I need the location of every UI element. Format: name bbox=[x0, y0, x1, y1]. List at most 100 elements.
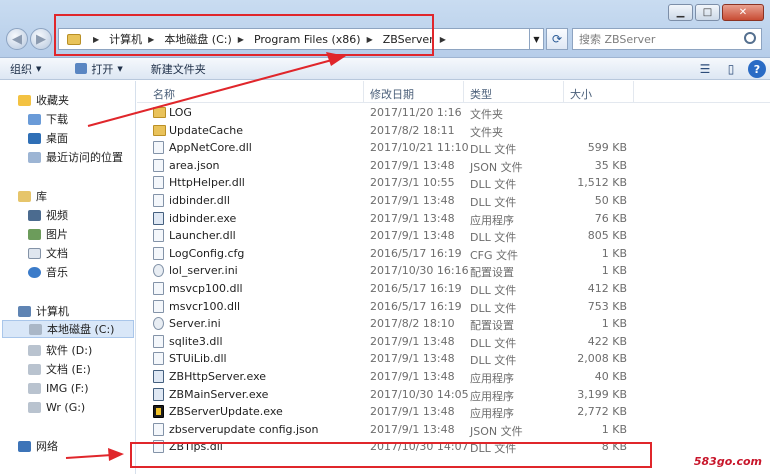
file-icon bbox=[153, 352, 164, 366]
address-dropdown[interactable]: ▼ bbox=[530, 28, 544, 50]
nav-videos[interactable]: 视频 bbox=[28, 206, 68, 224]
title-bar: ▁ □ ✕ ◀ ▶ ▶ 计算机 ▶ 本地磁盘 (C:) ▶ Program File… bbox=[0, 0, 770, 58]
file-date: 2017/10/30 14:07 bbox=[370, 440, 469, 454]
breadcrumb-separator[interactable]: ▶ bbox=[87, 35, 105, 44]
file-name: area.json bbox=[169, 158, 220, 172]
breadcrumb-label: 本地磁盘 (C:) bbox=[164, 33, 232, 46]
breadcrumb-computer[interactable]: 计算机 ▶ bbox=[109, 31, 160, 47]
chevron-right-icon[interactable]: ▶ bbox=[367, 35, 373, 44]
back-button[interactable]: ◀ bbox=[6, 28, 28, 50]
nav-label: 文档 bbox=[46, 247, 68, 260]
address-bar[interactable]: ▶ 计算机 ▶ 本地磁盘 (C:) ▶ Program Files (x86) ▶ Z… bbox=[58, 28, 530, 50]
file-icon bbox=[153, 158, 164, 172]
close-button[interactable]: ✕ bbox=[722, 4, 764, 21]
file-name: HttpHelper.dll bbox=[169, 176, 245, 190]
nav-drive-g[interactable]: Wr (G:) bbox=[28, 398, 85, 416]
nav-libraries[interactable]: 库 bbox=[18, 187, 47, 205]
nav-desktop[interactable]: 桌面 bbox=[28, 129, 68, 147]
help-icon[interactable]: ? bbox=[748, 60, 766, 78]
breadcrumb-drive-c[interactable]: 本地磁盘 (C:) ▶ bbox=[164, 31, 250, 47]
file-type: 文件夹 bbox=[470, 108, 503, 121]
file-name: ZBMainServer.exe bbox=[169, 387, 269, 401]
file-date: 2016/5/17 16:19 bbox=[370, 299, 462, 313]
chevron-right-icon[interactable]: ▶ bbox=[238, 35, 244, 44]
column-name[interactable]: 名称 bbox=[153, 86, 175, 102]
download-icon bbox=[28, 113, 41, 125]
chevron-right-icon[interactable]: ▶ bbox=[440, 35, 446, 44]
file-name: ZBTips.dll bbox=[169, 440, 223, 454]
column-divider[interactable] bbox=[633, 81, 634, 103]
file-type: CFG 文件 bbox=[470, 248, 519, 262]
file-row[interactable]: idbinder.exe 2017/9/1 13:48 应用程序 76 KB bbox=[137, 210, 770, 228]
file-row[interactable]: STUiLib.dll 2017/9/1 13:48 DLL 文件 2,008 KB bbox=[137, 350, 770, 368]
file-row[interactable]: ZBTips.dll 2017/10/30 14:07 DLL 文件 8 KB bbox=[137, 438, 770, 456]
column-divider[interactable] bbox=[563, 81, 564, 103]
file-row[interactable]: ZBHttpServer.exe 2017/9/1 13:48 应用程序 40 KB bbox=[137, 368, 770, 386]
nav-pictures[interactable]: 图片 bbox=[28, 225, 68, 243]
nav-downloads[interactable]: 下载 bbox=[28, 110, 68, 128]
maximize-button[interactable]: □ bbox=[695, 4, 720, 21]
nav-label: 收藏夹 bbox=[36, 94, 69, 107]
file-row[interactable]: idbinder.dll 2017/9/1 13:48 DLL 文件 50 KB bbox=[137, 192, 770, 210]
file-row[interactable]: AppNetCore.dll 2017/10/21 11:10 DLL 文件 599 … bbox=[137, 139, 770, 157]
file-date: 2017/9/1 13:48 bbox=[370, 405, 455, 419]
preview-pane-icon[interactable]: ▯ bbox=[722, 60, 740, 78]
search-input[interactable]: 搜索 ZBServer bbox=[572, 28, 762, 50]
file-row[interactable]: ZBServerUpdate.exe 2017/9/1 13:48 应用程序 2,77… bbox=[137, 403, 770, 421]
file-row[interactable]: LOG 2017/11/20 1:16 文件夹 bbox=[137, 104, 770, 122]
file-name: Server.ini bbox=[169, 317, 221, 331]
column-divider[interactable] bbox=[363, 81, 364, 103]
file-row[interactable]: area.json 2017/9/1 13:48 JSON 文件 35 KB bbox=[137, 157, 770, 175]
nav-computer[interactable]: 计算机 bbox=[18, 302, 69, 320]
refresh-button[interactable]: ⟳ bbox=[546, 28, 568, 50]
file-row[interactable]: sqlite3.dll 2017/9/1 13:48 DLL 文件 422 KB bbox=[137, 333, 770, 351]
file-date: 2017/9/1 13:48 bbox=[370, 352, 455, 366]
nav-favorites[interactable]: 收藏夹 bbox=[18, 91, 69, 109]
file-row[interactable]: LogConfig.cfg 2016/5/17 16:19 CFG 文件 1 KB bbox=[137, 245, 770, 263]
nav-music[interactable]: 音乐 bbox=[28, 263, 68, 281]
new-folder-button[interactable]: 新建文件夹 bbox=[133, 61, 216, 77]
file-row[interactable]: UpdateCache 2017/8/2 18:11 文件夹 bbox=[137, 122, 770, 140]
column-date[interactable]: 修改日期 bbox=[370, 86, 414, 102]
nav-drive-e[interactable]: 文档 (E:) bbox=[28, 360, 91, 378]
nav-documents[interactable]: 文档 bbox=[28, 244, 68, 262]
open-button[interactable]: 打开 ▼ bbox=[51, 61, 132, 77]
file-row[interactable]: Server.ini 2017/8/2 18:10 配置设置 1 KB bbox=[137, 315, 770, 333]
forward-button[interactable]: ▶ bbox=[30, 28, 52, 50]
nav-drive-c[interactable]: 本地磁盘 (C:) bbox=[2, 320, 134, 338]
file-row[interactable]: ZBMainServer.exe 2017/10/30 14:05 应用程序 3,19… bbox=[137, 386, 770, 404]
nav-label: 库 bbox=[36, 190, 47, 203]
view-options-icon[interactable]: ☰ bbox=[696, 60, 714, 78]
nav-drive-d[interactable]: 软件 (D:) bbox=[28, 341, 92, 359]
breadcrumb-program-files[interactable]: Program Files (x86) ▶ bbox=[254, 33, 379, 46]
updater-app-icon bbox=[153, 405, 164, 419]
file-size: 1 KB bbox=[601, 246, 627, 260]
organize-button[interactable]: 组织 ▼ bbox=[0, 61, 51, 77]
file-name: lol_server.ini bbox=[169, 264, 238, 278]
file-icon bbox=[153, 229, 164, 243]
file-row[interactable]: msvcr100.dll 2016/5/17 16:19 DLL 文件 753 KB bbox=[137, 298, 770, 316]
file-row[interactable]: Launcher.dll 2017/9/1 13:48 DLL 文件 805 KB bbox=[137, 227, 770, 245]
nav-recent[interactable]: 最近访问的位置 bbox=[28, 148, 123, 166]
nav-network[interactable]: 网络 bbox=[18, 437, 58, 455]
file-icon bbox=[153, 194, 164, 207]
file-name: sqlite3.dll bbox=[169, 334, 223, 348]
chevron-right-icon[interactable]: ▶ bbox=[148, 35, 154, 44]
search-icon[interactable] bbox=[744, 32, 756, 44]
folder-icon bbox=[153, 107, 166, 118]
nav-drive-f[interactable]: IMG (F:) bbox=[28, 379, 89, 397]
network-icon bbox=[18, 440, 31, 452]
nav-label: 最近访问的位置 bbox=[46, 151, 123, 164]
file-row[interactable]: zbserverupdate config.json 2017/9/1 13:48… bbox=[137, 421, 770, 439]
nav-label: 本地磁盘 (C:) bbox=[47, 323, 115, 336]
breadcrumb-zbserver[interactable]: ZBServer ▶ bbox=[383, 33, 452, 46]
file-row[interactable]: msvcp100.dll 2016/5/17 16:19 DLL 文件 412 KB bbox=[137, 280, 770, 298]
file-row[interactable]: lol_server.ini 2017/10/30 16:16 配置设置 1 KB bbox=[137, 262, 770, 280]
minimize-button[interactable]: ▁ bbox=[668, 4, 693, 21]
file-date: 2017/3/1 10:55 bbox=[370, 176, 455, 190]
column-size[interactable]: 大小 bbox=[570, 86, 592, 102]
column-type[interactable]: 类型 bbox=[470, 86, 492, 102]
file-row[interactable]: HttpHelper.dll 2017/3/1 10:55 DLL 文件 1,512 … bbox=[137, 174, 770, 192]
column-divider[interactable] bbox=[463, 81, 464, 103]
file-icon bbox=[153, 282, 164, 295]
